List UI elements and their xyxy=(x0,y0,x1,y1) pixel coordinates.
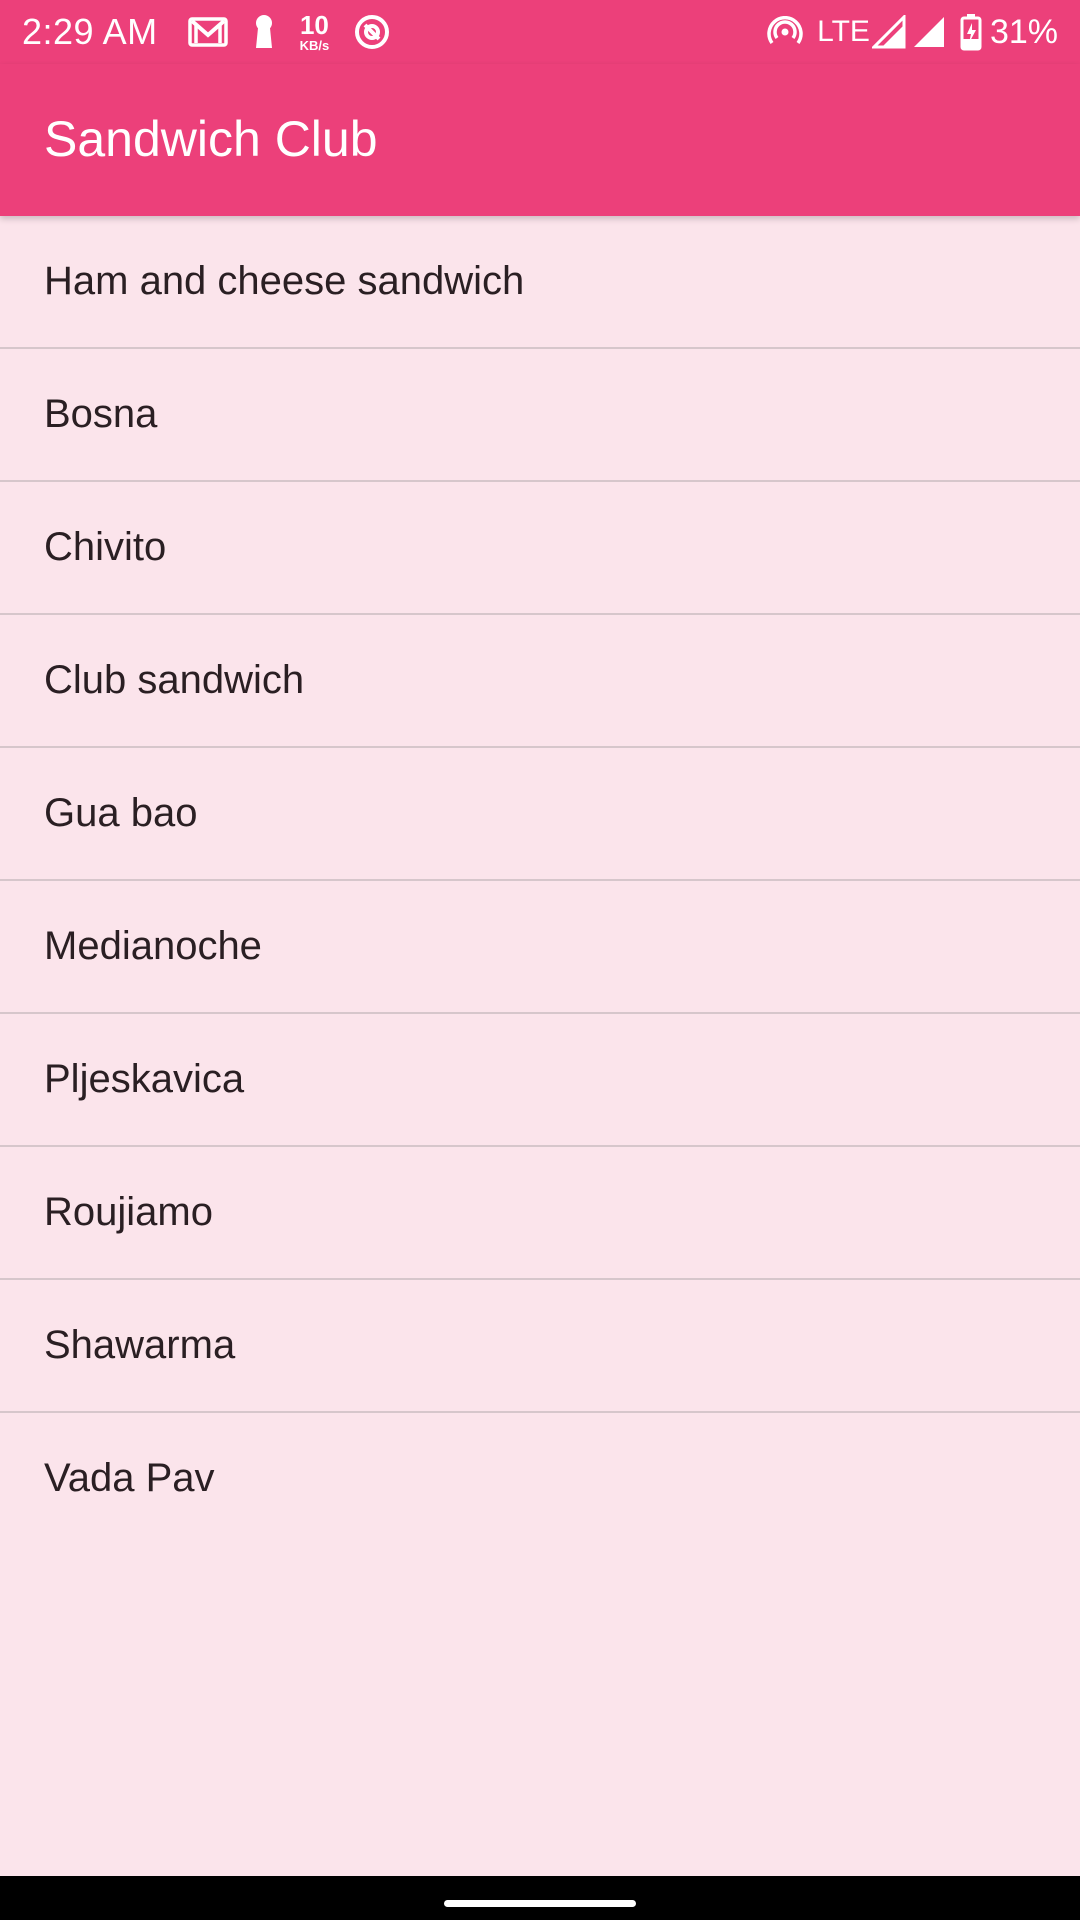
list-item-label: Bosna xyxy=(44,392,158,436)
list-item-label: Club sandwich xyxy=(44,658,305,702)
speed-value: 10 xyxy=(299,10,329,40)
home-gesture-handle[interactable] xyxy=(444,1900,636,1907)
circle-at-icon xyxy=(353,13,391,51)
list-item-label: Roujiamo xyxy=(44,1190,213,1234)
signal-icon xyxy=(912,15,946,49)
speed-unit: KB/s xyxy=(299,38,330,53)
list-item-medianoche[interactable]: Medianoche xyxy=(0,881,1080,1014)
app-bar: Sandwich Club xyxy=(0,64,1080,216)
list-item-chivito[interactable]: Chivito xyxy=(0,482,1080,615)
list-item-label: Pljeskavica xyxy=(44,1057,245,1101)
list-item-shawarma[interactable]: Shawarma xyxy=(0,1280,1080,1413)
hotspot-icon xyxy=(767,16,803,48)
signal-icon xyxy=(871,15,906,49)
list-item-label: Chivito xyxy=(44,525,167,569)
list-item-label: Vada Pav xyxy=(44,1456,215,1500)
gmail-icon xyxy=(187,17,228,47)
status-time: 2:29 AM xyxy=(22,11,158,52)
data-speed-icon: 10 KB/s xyxy=(300,12,330,52)
list-item-roujiamo[interactable]: Roujiamo xyxy=(0,1147,1080,1280)
app-title: Sandwich Club xyxy=(44,111,378,167)
list-item-vada-pav[interactable]: Vada Pav xyxy=(0,1413,1080,1544)
network-type: LTE xyxy=(817,15,870,48)
list-item-gua-bao[interactable]: Gua bao xyxy=(0,748,1080,881)
list-item-label: Shawarma xyxy=(44,1323,236,1367)
keyhole-icon xyxy=(252,14,276,50)
status-right: LTE 31% xyxy=(767,0,1058,64)
battery-percent: 31% xyxy=(989,12,1058,51)
list-item-label: Medianoche xyxy=(44,924,262,968)
list-item-bosna[interactable]: Bosna xyxy=(0,349,1080,482)
list-item-pljeskavica[interactable]: Pljeskavica xyxy=(0,1014,1080,1147)
navigation-bar xyxy=(0,1876,1080,1920)
list-item-club-sandwich[interactable]: Club sandwich xyxy=(0,615,1080,748)
list-item-label: Gua bao xyxy=(44,791,198,835)
screen: 2:29 AM 10 KB/s LTE 31% Sandwich Club Ha… xyxy=(0,0,1080,1920)
sandwich-list: Ham and cheese sandwich Bosna Chivito Cl… xyxy=(0,216,1080,1544)
list-item-ham-and-cheese-sandwich[interactable]: Ham and cheese sandwich xyxy=(0,216,1080,349)
battery-charging-icon xyxy=(960,13,982,51)
status-left: 2:29 AM 10 KB/s xyxy=(22,0,415,64)
status-bar: 2:29 AM 10 KB/s LTE 31% xyxy=(0,0,1080,64)
list-item-label: Ham and cheese sandwich xyxy=(44,259,525,303)
